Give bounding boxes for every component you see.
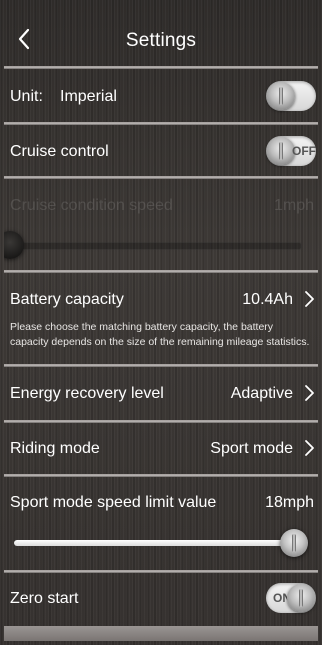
sport-speed-slider-thumb[interactable]: [280, 529, 308, 557]
sport-speed-slider-fill: [14, 540, 294, 546]
unit-label: Unit:: [10, 88, 43, 105]
energy-recovery-label: Energy recovery level: [10, 385, 164, 402]
sport-speed-limit-value: 18mph: [265, 494, 314, 511]
unit-value: Imperial: [60, 88, 117, 105]
divider: [4, 420, 318, 423]
battery-capacity-value: 10.4Ah: [242, 291, 293, 308]
header: Settings: [4, 4, 318, 68]
toggle-knob: [267, 82, 295, 110]
chevron-right-icon[interactable]: [303, 290, 315, 308]
divider: [4, 364, 318, 367]
sport-speed-limit-label: Sport mode speed limit value: [10, 494, 217, 511]
divider: [4, 474, 318, 477]
divider: [4, 270, 318, 273]
cruise-speed-slider-thumb[interactable]: [4, 231, 24, 259]
riding-mode-value: Sport mode: [210, 440, 293, 457]
toggle-knob: [267, 137, 295, 165]
toggle-knob: [287, 584, 315, 612]
cruise-control-toggle[interactable]: OFF: [266, 136, 316, 166]
chevron-right-icon[interactable]: [303, 384, 315, 402]
riding-mode-label: Riding mode: [10, 440, 100, 457]
sport-speed-slider-track: [14, 540, 294, 546]
cruise-condition-speed-value: 1mph: [273, 197, 314, 214]
battery-capacity-label: Battery capacity: [10, 291, 124, 308]
zero-start-label: Zero start: [10, 590, 79, 607]
energy-recovery-value: Adaptive: [230, 385, 293, 402]
zero-start-toggle[interactable]: ON: [266, 583, 316, 613]
cruise-control-label: Cruise control: [10, 143, 109, 160]
bottom-bar: [4, 626, 318, 641]
settings-screen: Settings Unit: Imperial Cruise control O…: [4, 4, 318, 641]
cruise-condition-speed-label: Cruise condition speed: [10, 197, 173, 214]
divider: [4, 570, 318, 573]
battery-capacity-note: Please choose the matching battery capac…: [10, 321, 310, 348]
divider: [4, 122, 318, 125]
divider: [4, 176, 318, 179]
divider: [4, 66, 318, 69]
cruise-speed-slider-track: [10, 242, 302, 250]
page-title: Settings: [125, 30, 197, 51]
chevron-right-icon[interactable]: [303, 439, 315, 457]
unit-toggle[interactable]: [266, 81, 316, 111]
toggle-state-text: OFF: [292, 144, 316, 158]
